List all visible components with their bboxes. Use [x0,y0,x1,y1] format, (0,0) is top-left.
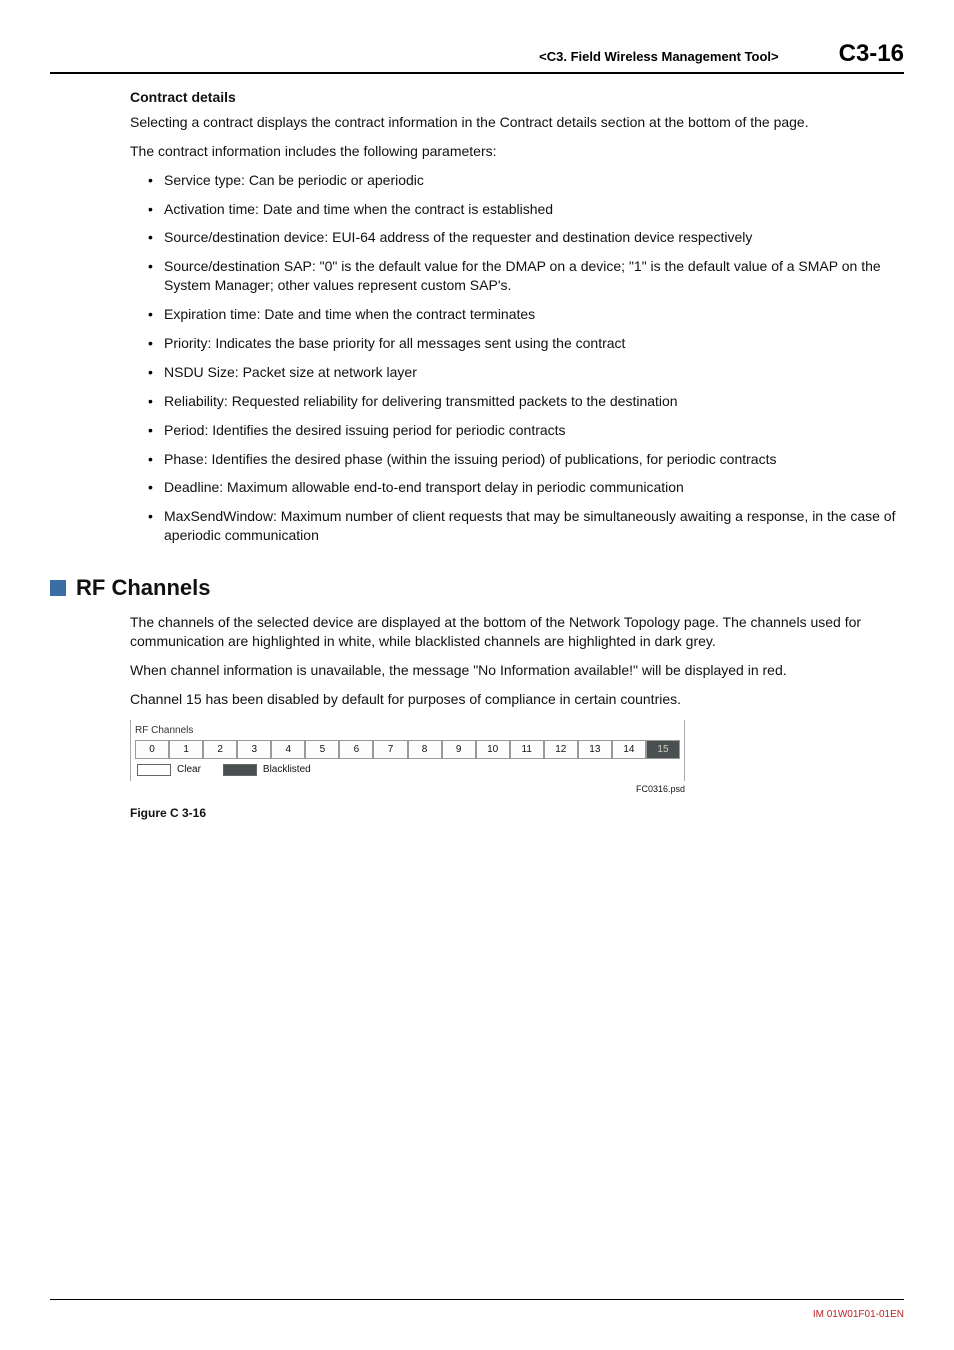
contract-details-heading: Contract details [130,88,904,107]
list-item: NSDU Size: Packet size at network layer [148,363,904,382]
list-item: MaxSendWindow: Maximum number of client … [148,507,904,545]
rf-channels-panel: RF Channels 0 1 2 3 4 5 6 7 8 9 10 11 12… [130,720,685,781]
legend-blacklisted-label: Blacklisted [263,763,311,777]
rf-channels-panel-label: RF Channels [135,724,680,738]
list-item: Period: Identifies the desired issuing p… [148,421,904,440]
list-item: Source/destination SAP: "0" is the defau… [148,257,904,295]
contract-details-p1: Selecting a contract displays the contra… [130,113,904,132]
rf-channel-cell: 5 [305,740,339,760]
rf-channel-cell: 7 [373,740,407,760]
rf-channel-cell: 4 [271,740,305,760]
page-number: C3-16 [839,40,904,68]
rf-channels-p1: The channels of the selected device are … [130,613,904,651]
rf-channels-row: 0 1 2 3 4 5 6 7 8 9 10 11 12 13 14 15 [135,740,680,760]
list-item: Reliability: Requested reliability for d… [148,392,904,411]
section-bullet-icon [50,580,66,596]
rf-channels-p2: When channel information is unavailable,… [130,661,904,680]
page: <C3. Field Wireless Management Tool> C3-… [0,0,954,1350]
rf-channel-cell: 10 [476,740,510,760]
chapter-title: <C3. Field Wireless Management Tool> [539,49,778,64]
legend-swatch-clear-icon [137,764,171,776]
legend-clear-label: Clear [177,763,201,777]
rf-channel-cell: 8 [408,740,442,760]
rf-channel-cell-blacklisted: 15 [646,740,680,760]
figure-source-filename: FC0316.psd [130,783,685,795]
list-item: Deadline: Maximum allowable end-to-end t… [148,478,904,497]
rf-channel-cell: 6 [339,740,373,760]
rf-channels-legend: Clear Blacklisted [135,759,680,777]
rf-channels-p3: Channel 15 has been disabled by default … [130,690,904,709]
rf-channel-cell: 12 [544,740,578,760]
rf-channel-cell: 11 [510,740,544,760]
contract-details-p2: The contract information includes the fo… [130,142,904,161]
list-item: Phase: Identifies the desired phase (wit… [148,450,904,469]
figure-caption: Figure C 3-16 [130,805,685,821]
contract-details-list: Service type: Can be periodic or aperiod… [130,171,904,545]
rf-channel-cell: 3 [237,740,271,760]
rf-channel-cell: 1 [169,740,203,760]
rf-channel-cell: 14 [612,740,646,760]
rf-channel-cell: 2 [203,740,237,760]
rf-channel-cell: 13 [578,740,612,760]
legend-swatch-blacklisted-icon [223,764,257,776]
rf-channel-cell: 0 [135,740,169,760]
list-item: Service type: Can be periodic or aperiod… [148,171,904,190]
document-id: IM 01W01F01-01EN [813,1309,904,1320]
list-item: Expiration time: Date and time when the … [148,305,904,324]
list-item: Priority: Indicates the base priority fo… [148,334,904,353]
list-item: Activation time: Date and time when the … [148,200,904,219]
rf-channels-heading: RF Channels [50,573,904,603]
rf-channel-cell: 9 [442,740,476,760]
page-header: <C3. Field Wireless Management Tool> C3-… [50,40,904,74]
rf-channels-figure: RF Channels 0 1 2 3 4 5 6 7 8 9 10 11 12… [130,720,685,821]
page-body: Contract details Selecting a contract di… [50,88,904,821]
rf-channels-title: RF Channels [76,573,210,603]
footer-rule [50,1299,904,1300]
list-item: Source/destination device: EUI-64 addres… [148,228,904,247]
